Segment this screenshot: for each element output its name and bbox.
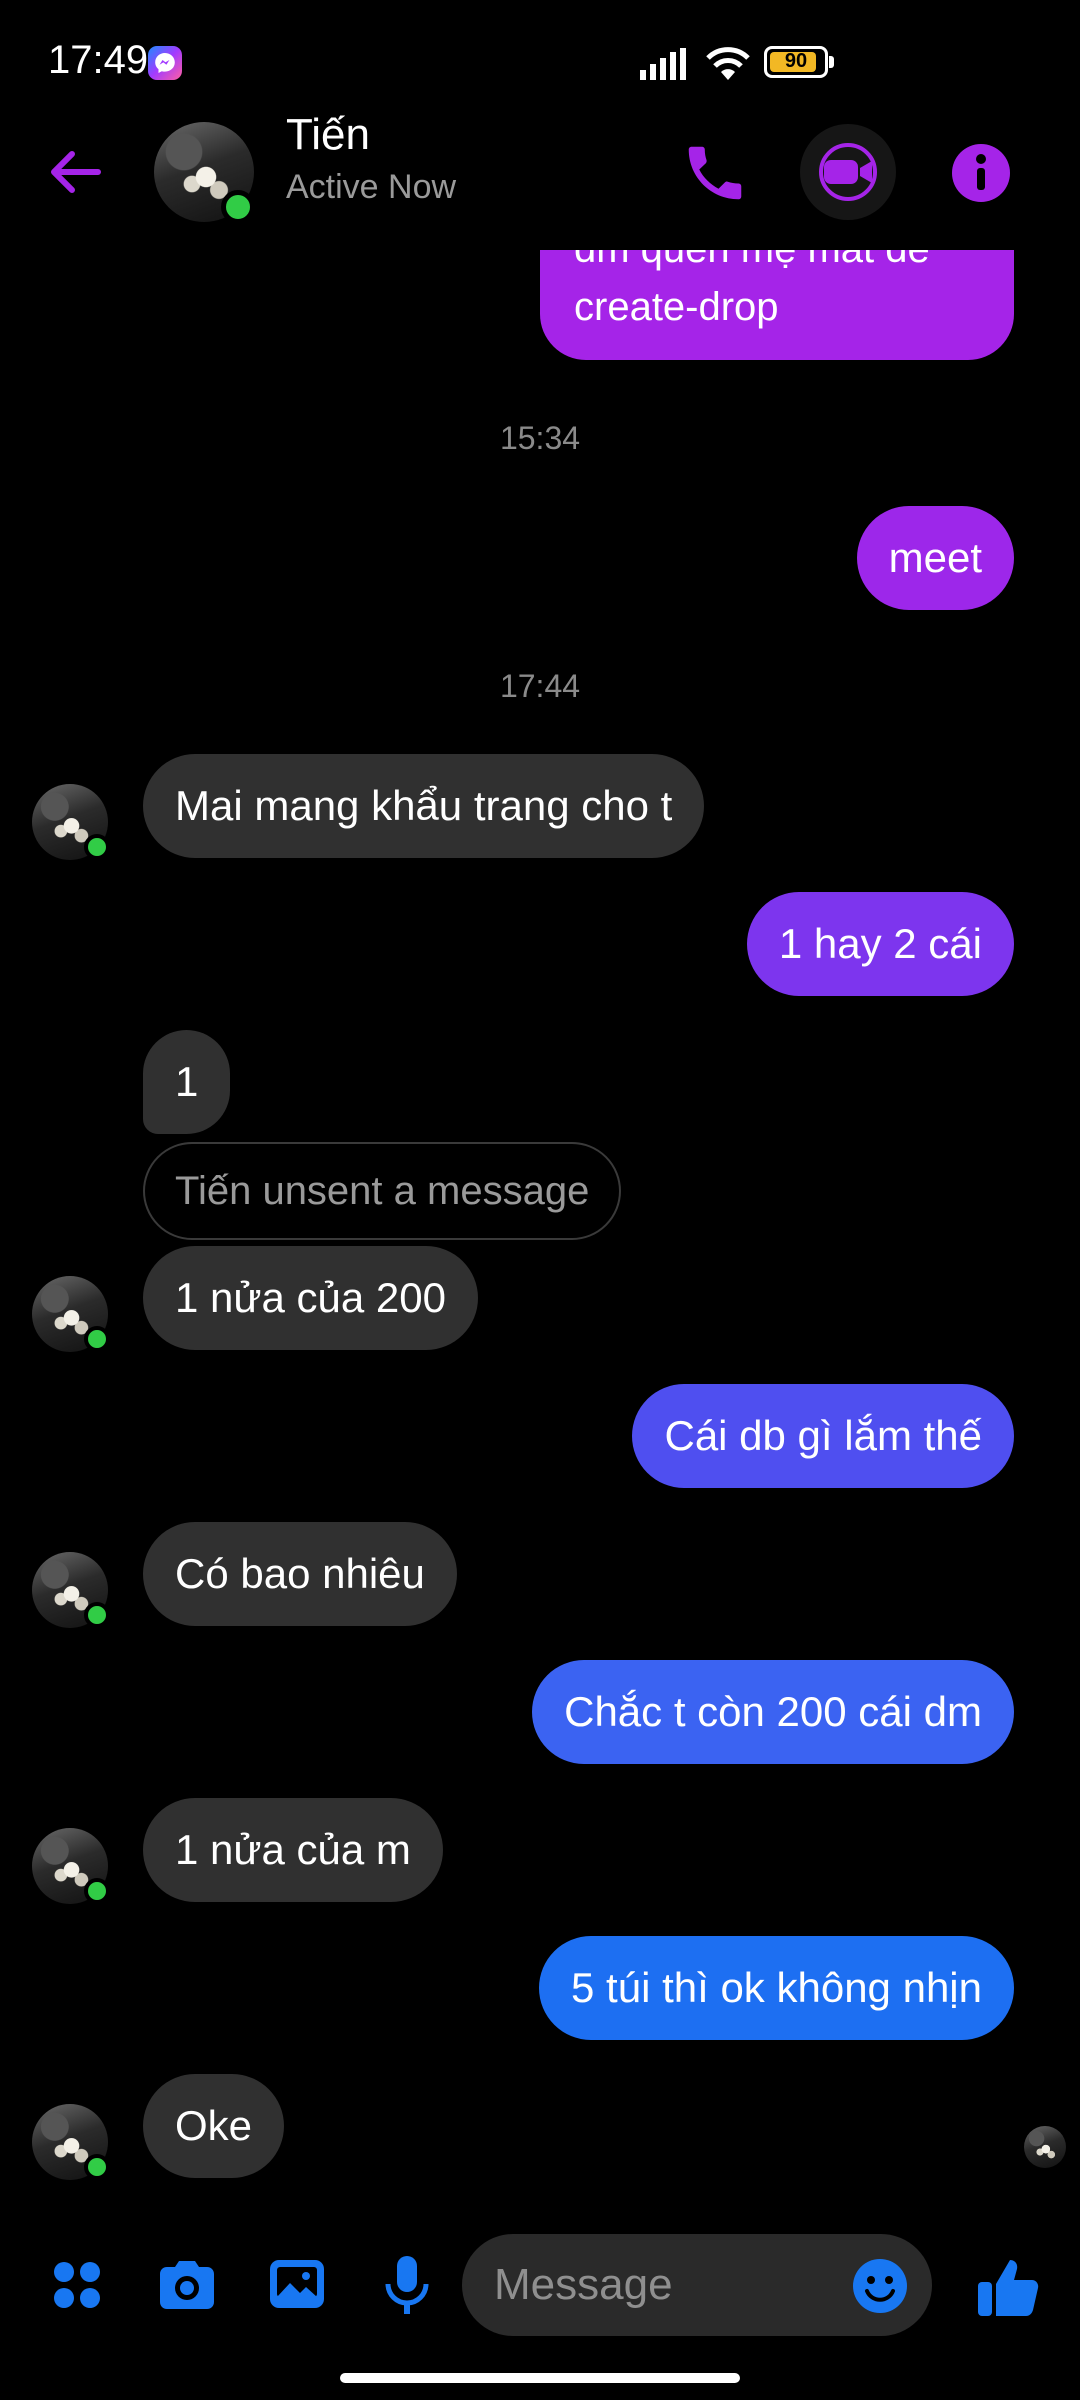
apps-menu-icon[interactable] (42, 2250, 112, 2320)
message-bubble-outgoing[interactable]: 5 túi thì ok không nhịn (539, 1936, 1014, 2040)
online-indicator (84, 2154, 110, 2180)
message-list[interactable]: dm quên mẹ mất đe create-drop 15:34 meet… (0, 220, 1080, 2200)
online-indicator (84, 1326, 110, 1352)
video-camera-icon (819, 143, 877, 201)
signal-icon (640, 48, 686, 80)
back-arrow-icon[interactable] (44, 140, 108, 204)
status-time: 17:49 (48, 38, 149, 82)
battery-icon: 90 (764, 46, 828, 78)
message-input-field[interactable] (462, 2234, 932, 2336)
online-indicator (84, 834, 110, 860)
home-indicator[interactable] (340, 2373, 740, 2383)
messenger-notification-icon (148, 46, 182, 80)
message-bubble-outgoing[interactable]: meet (856, 506, 1014, 610)
seen-receipt-avatar (1024, 2126, 1066, 2168)
thumbs-up-icon[interactable] (972, 2250, 1046, 2324)
battery-level: 90 (784, 50, 808, 72)
contact-name[interactable]: Tiến (286, 110, 370, 160)
message-bubble-incoming[interactable]: Có bao nhiêu (143, 1522, 457, 1626)
message-bubble-incoming[interactable]: 1 (143, 1030, 231, 1134)
microphone-icon[interactable] (372, 2250, 442, 2320)
message-bubble-outgoing[interactable]: Chắc t còn 200 cái dm (532, 1660, 1014, 1764)
message-input[interactable] (494, 2234, 834, 2336)
info-icon[interactable] (950, 142, 1012, 204)
phone-icon[interactable] (680, 138, 750, 208)
gallery-icon[interactable] (262, 2250, 332, 2320)
timestamp: 15:34 (499, 420, 581, 456)
online-indicator (84, 1878, 110, 1904)
message-bubble-incoming[interactable]: Oke (143, 2074, 285, 2178)
online-indicator (84, 1602, 110, 1628)
status-bar: 17:49 90 (0, 0, 1080, 120)
timestamp: 17:44 (499, 668, 581, 704)
wifi-icon (706, 47, 750, 80)
message-bubble-incoming[interactable]: 1 nửa của 200 (143, 1246, 478, 1350)
online-indicator (221, 190, 255, 224)
video-call-button[interactable] (800, 124, 896, 220)
message-bubble-incoming[interactable]: Mai mang khẩu trang cho t (143, 754, 705, 858)
message-bubble-incoming[interactable]: 1 nửa của m (143, 1798, 443, 1902)
contact-status: Active Now (286, 168, 457, 206)
message-composer (0, 2220, 1080, 2350)
battery-tip (829, 56, 834, 68)
unsent-message-notice: Tiến unsent a message (143, 1142, 622, 1240)
camera-icon[interactable] (152, 2250, 222, 2320)
emoji-icon[interactable] (850, 2256, 910, 2316)
message-bubble-outgoing[interactable]: Cái db gì lắm thế (632, 1384, 1014, 1488)
message-bubble-outgoing[interactable]: 1 hay 2 cái (746, 892, 1014, 996)
conversation-header: Tiến Active Now (0, 110, 1080, 250)
message-text: create-drop (574, 285, 779, 329)
